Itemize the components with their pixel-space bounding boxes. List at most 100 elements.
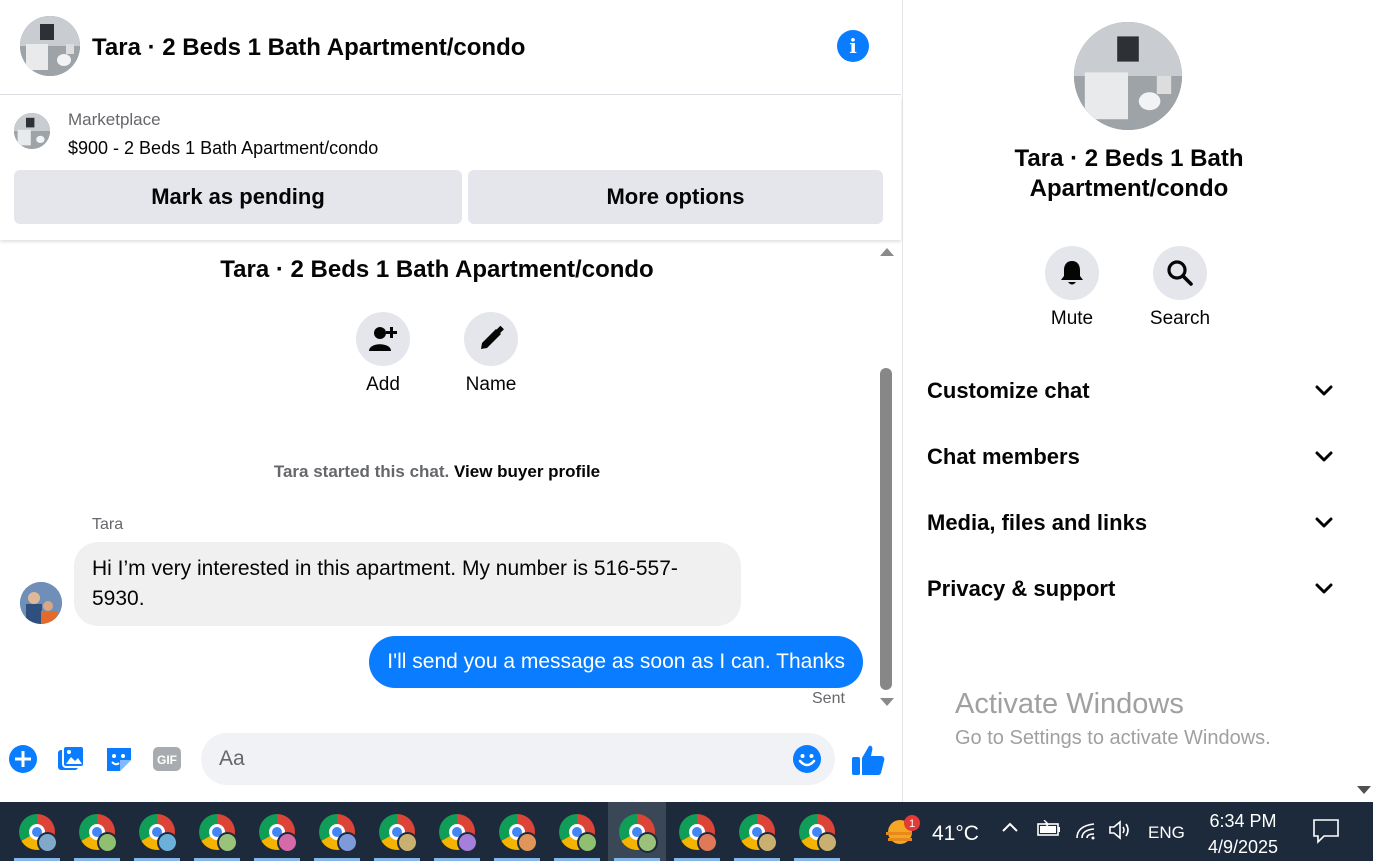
- taskbar-chrome-7[interactable]: [368, 802, 426, 861]
- activate-windows-watermark: Activate Windows Go to Settings to activ…: [955, 688, 1271, 750]
- plus-icon[interactable]: [8, 744, 38, 774]
- media-files-links-section[interactable]: Media, files and links: [927, 503, 1333, 543]
- profile-badge-icon: [277, 831, 298, 853]
- message-list[interactable]: Tara · 2 Beds 1 Bath Apartment/condo Add…: [0, 240, 901, 712]
- taskbar-chrome-4[interactable]: [188, 802, 246, 861]
- search-icon: [1167, 260, 1193, 286]
- edit-name-button[interactable]: [464, 312, 518, 366]
- scrollbar-thumb[interactable]: [880, 368, 892, 690]
- volume-icon[interactable]: [1108, 820, 1134, 845]
- listing-price-title[interactable]: $900 - 2 Beds 1 Bath Apartment/condo: [68, 138, 378, 159]
- windows-taskbar: 1 41°C ENG 6:34 PM 4/9/2025: [0, 802, 1373, 861]
- thumbs-up-icon[interactable]: [850, 742, 886, 778]
- customize-chat-section[interactable]: Customize chat: [927, 371, 1333, 411]
- taskbar-chrome-3[interactable]: [128, 802, 186, 861]
- profile-badge-icon: [577, 831, 598, 853]
- mark-as-pending-button[interactable]: Mark as pending: [14, 170, 462, 224]
- chat-started-notice: Tara started this chat. View buyer profi…: [0, 462, 874, 482]
- details-title: Tara · 2 Beds 1 Bath Apartment/condo: [1014, 145, 1244, 202]
- taskbar-chrome-10[interactable]: [548, 802, 606, 861]
- bell-icon: [1061, 261, 1083, 285]
- sticker-icon[interactable]: [104, 744, 134, 774]
- watermark-subtitle: Go to Settings to activate Windows.: [955, 727, 1271, 749]
- wifi-icon[interactable]: [1074, 820, 1098, 845]
- taskbar-chrome-5[interactable]: [248, 802, 306, 861]
- chrome-icon: [739, 813, 778, 853]
- bathroom-photo-icon: [14, 113, 50, 149]
- profile-badge-icon: [817, 831, 838, 853]
- profile-badge-icon: [757, 831, 778, 853]
- battery-icon[interactable]: [1036, 819, 1062, 843]
- watermark-title: Activate Windows: [955, 688, 1184, 720]
- notification-icon[interactable]: [1312, 818, 1340, 849]
- privacy-support-section[interactable]: Privacy & support: [927, 569, 1333, 609]
- pencil-icon: [481, 325, 504, 349]
- outgoing-message[interactable]: I'll send you a message as soon as I can…: [369, 636, 863, 688]
- message-scrollbar[interactable]: [876, 244, 894, 712]
- search-button[interactable]: [1153, 246, 1207, 300]
- search-label: Search: [1149, 308, 1211, 329]
- message-input[interactable]: [219, 733, 779, 785]
- chrome-icon: [139, 813, 178, 853]
- view-buyer-profile-link[interactable]: View buyer profile: [454, 462, 600, 481]
- section-label: Media, files and links: [927, 510, 1148, 535]
- taskbar-chrome-12[interactable]: [668, 802, 726, 861]
- taskbar-chrome-9[interactable]: [488, 802, 546, 861]
- section-label: Privacy & support: [927, 576, 1116, 601]
- input-language[interactable]: ENG: [1148, 823, 1185, 843]
- weather-temperature[interactable]: 41°C: [932, 822, 979, 846]
- profile-badge-icon: [157, 831, 178, 853]
- show-hidden-icons-icon[interactable]: [1000, 819, 1020, 839]
- gif-icon[interactable]: GIF: [152, 744, 182, 774]
- add-label: Add: [366, 374, 400, 395]
- sender-avatar[interactable]: [20, 582, 62, 624]
- chat-title: Tara · 2 Beds 1 Bath Apartment/condo: [92, 34, 526, 61]
- section-label: Chat members: [927, 444, 1080, 469]
- listing-avatar[interactable]: [20, 16, 80, 76]
- sender-name: Tara: [92, 516, 124, 533]
- taskbar-chrome-14[interactable]: [788, 802, 846, 861]
- weather-icon[interactable]: 1: [884, 814, 924, 850]
- mute-label: Mute: [1050, 308, 1094, 329]
- name-label: Name: [465, 374, 517, 395]
- chrome-icon: [79, 813, 118, 853]
- chat-members-section[interactable]: Chat members: [927, 437, 1333, 477]
- conversation-title: Tara · 2 Beds 1 Bath Apartment/condo: [220, 256, 654, 283]
- emoji-icon[interactable]: [792, 744, 822, 774]
- scroll-down-arrow-icon[interactable]: [1357, 786, 1371, 794]
- started-text: Tara started this chat.: [273, 462, 450, 481]
- chrome-icon: [439, 813, 478, 853]
- scroll-down-arrow-icon[interactable]: [880, 698, 894, 706]
- incoming-message[interactable]: Hi I’m very interested in this apartment…: [74, 542, 741, 626]
- chevron-down-icon: [1315, 451, 1333, 462]
- clock-time: 6:34 PM: [1209, 811, 1277, 831]
- chat-header: Tara · 2 Beds 1 Bath Apartment/condo i: [0, 0, 901, 95]
- page-scrollbar[interactable]: [1354, 0, 1373, 802]
- info-icon[interactable]: i: [837, 30, 869, 62]
- clock-date: 4/9/2025: [1207, 837, 1279, 857]
- add-people-button[interactable]: [356, 312, 410, 366]
- add-person-icon: [369, 327, 397, 351]
- chrome-icon: [499, 813, 538, 853]
- details-avatar[interactable]: [1074, 22, 1182, 130]
- profile-badge-icon: [37, 831, 58, 853]
- taskbar-chrome-13[interactable]: [728, 802, 786, 861]
- profile-badge-icon: [517, 831, 538, 853]
- marketplace-label: Marketplace: [68, 110, 161, 129]
- chrome-icon: [199, 813, 238, 853]
- profile-badge-icon: [637, 831, 658, 853]
- scroll-up-arrow-icon[interactable]: [880, 248, 894, 256]
- clock[interactable]: 6:34 PM 4/9/2025: [1196, 808, 1290, 860]
- chrome-icon: [559, 813, 598, 853]
- message-input-wrapper: [201, 733, 835, 785]
- taskbar-chrome-8[interactable]: [428, 802, 486, 861]
- more-options-button[interactable]: More options: [468, 170, 883, 224]
- listing-thumbnail[interactable]: [14, 113, 50, 149]
- taskbar-chrome-1[interactable]: [8, 802, 66, 861]
- photo-icon[interactable]: [56, 744, 86, 774]
- message-status: Sent: [812, 690, 845, 707]
- taskbar-chrome-2[interactable]: [68, 802, 126, 861]
- mute-button[interactable]: [1045, 246, 1099, 300]
- taskbar-chrome-6[interactable]: [308, 802, 366, 861]
- taskbar-chrome-11[interactable]: [608, 802, 666, 861]
